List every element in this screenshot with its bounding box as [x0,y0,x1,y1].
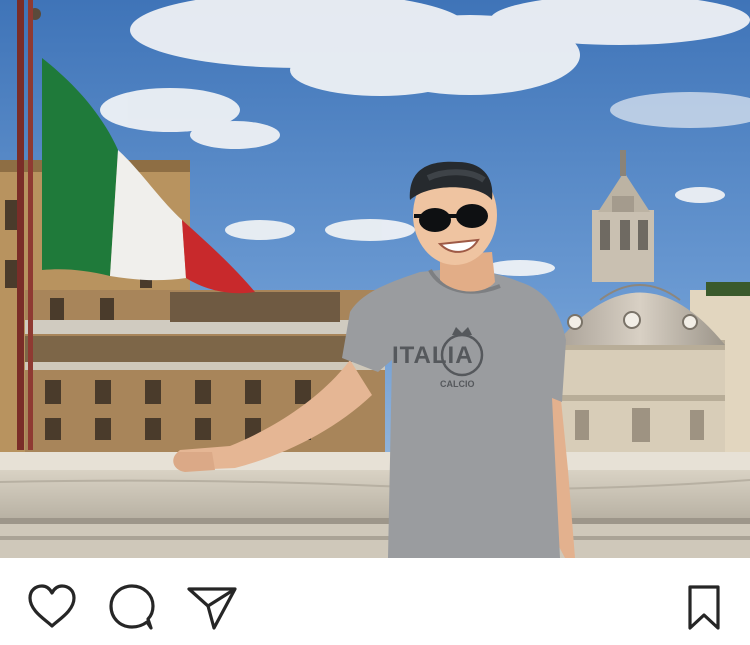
post-photo[interactable]: ITALIA CALCIO [0,0,750,558]
photo-illustration: ITALIA CALCIO [0,0,750,558]
save-button[interactable] [678,584,730,630]
instagram-post: ITALIA CALCIO [0,0,750,645]
shirt-subtext: CALCIO [440,379,475,389]
shirt-text: ITALIA [392,342,474,369]
bookmark-icon [688,585,720,630]
comment-button[interactable] [106,584,158,630]
comment-icon [109,584,155,630]
heart-icon [28,584,76,628]
share-button[interactable] [186,584,238,630]
send-icon [187,587,237,630]
post-action-bar [0,558,750,645]
like-button[interactable] [26,584,78,630]
stone-wall [0,452,750,558]
